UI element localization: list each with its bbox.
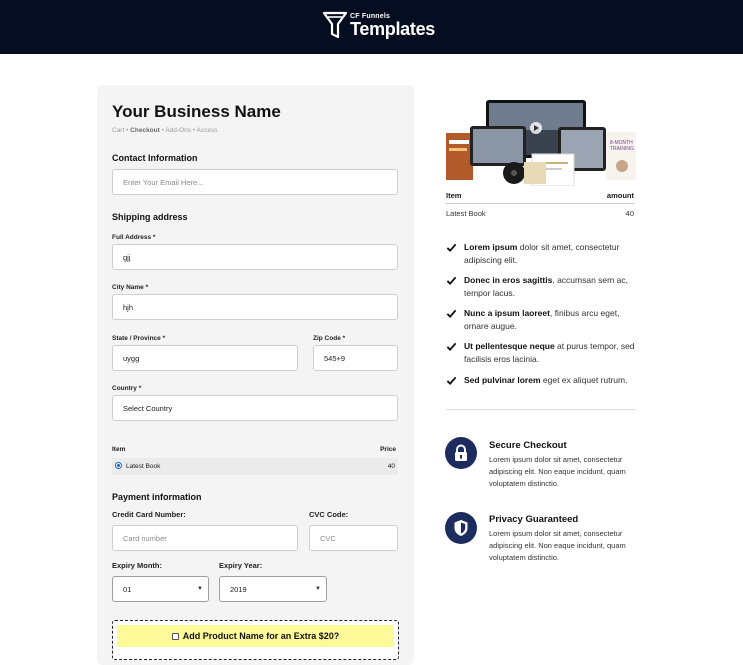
business-name: Your Business Name: [112, 102, 281, 121]
check-icon: [446, 309, 457, 319]
summary-col-amount: amount: [606, 191, 634, 200]
full-address-label: Full Address *: [112, 234, 156, 241]
shipping-heading: Shipping address: [112, 212, 188, 222]
bullet-bold: Donec in eros sagittis: [464, 275, 553, 285]
payment-heading: Payment information: [112, 492, 202, 502]
secure-checkout-text: Lorem ipsum dolor sit amet, consectetur …: [489, 455, 626, 488]
cvc-label: CVC Code:: [309, 510, 349, 519]
check-icon: [446, 276, 457, 286]
exp-month-label: Expiry Month:: [112, 561, 162, 570]
bullet-bold: Lorem ipsum: [464, 242, 518, 252]
full-address-value: gjj: [123, 252, 131, 262]
email-field[interactable]: Enter Your Email Here...: [112, 169, 398, 195]
bullet-bold: Sed pulvinar lorem: [464, 375, 541, 385]
summary-item-amount: 40: [625, 209, 634, 218]
privacy-guaranteed-text: Lorem ipsum dolor sit amet, consectetur …: [489, 529, 626, 562]
privacy-badge: [445, 512, 477, 544]
feature-bullet: Ut pellentesque neque at purus tempor, s…: [446, 340, 641, 366]
privacy-guaranteed-title: Privacy Guaranteed: [489, 514, 579, 525]
top-header: CF Funnels Templates: [0, 0, 743, 54]
summary-table-header: Item amount: [446, 191, 634, 203]
exp-year-select[interactable]: 2019 ▼: [219, 576, 327, 602]
state-value: uygg: [123, 353, 140, 363]
chevron-down-icon: ▼: [315, 586, 321, 592]
product-price: 40: [387, 463, 395, 470]
order-bump: Add Product Name for an Extra $20?: [112, 620, 399, 660]
lock-icon: [455, 444, 467, 461]
secure-checkout-title: Secure Checkout: [489, 440, 567, 451]
product-radio[interactable]: [115, 462, 122, 469]
breadcrumb-addons[interactable]: Add-Ons: [165, 127, 191, 134]
city-field[interactable]: hjh: [112, 294, 398, 320]
full-address-field[interactable]: gjj: [112, 244, 398, 270]
breadcrumb-cart[interactable]: Cart: [112, 127, 124, 134]
order-bump-checkbox[interactable]: [171, 632, 179, 640]
items-table-header: Item Price: [112, 446, 398, 456]
secure-checkout-badge: [445, 437, 477, 469]
section-divider: [446, 409, 636, 410]
exp-year-value: 2019: [230, 584, 247, 594]
feature-bullet: Nunc a ipsum laoreet, finibus arcu eget,…: [446, 307, 641, 333]
breadcrumb-access[interactable]: Access: [197, 127, 218, 134]
items-col-item: Item: [112, 446, 126, 453]
bullet-bold: Ut pellentesque neque: [464, 341, 555, 351]
feature-bullet: Donec in eros sagittis, accumsan sem ac,…: [446, 274, 641, 300]
zip-value: 545+9: [324, 353, 346, 363]
summary-col-item: Item: [446, 191, 462, 200]
check-icon: [446, 243, 457, 253]
cvc-placeholder: CVC: [320, 533, 336, 543]
order-bump-label: Add Product Name for an Extra $20?: [182, 631, 340, 641]
breadcrumb-checkout[interactable]: Checkout: [130, 127, 160, 134]
chevron-down-icon: ▼: [197, 586, 203, 592]
exp-month-value: 01: [123, 584, 132, 594]
product-name: Latest Book: [126, 463, 161, 470]
product-bundle-image: 8-MONTH TRAINING: [446, 100, 636, 186]
items-col-price: Price: [380, 446, 396, 453]
country-select[interactable]: Select Country: [112, 395, 398, 421]
city-label: City Name *: [112, 284, 149, 291]
exp-year-label: Expiry Year:: [219, 561, 263, 570]
check-icon: [446, 376, 457, 386]
order-bump-option[interactable]: Add Product Name for an Extra $20?: [117, 625, 394, 647]
city-value: hjh: [123, 302, 134, 312]
check-icon: [446, 342, 457, 352]
logo-big-text: Templates: [350, 19, 435, 39]
bullet-text: eget ex aliquet rutrum.: [540, 375, 628, 385]
country-label: Country *: [112, 385, 142, 392]
table-row[interactable]: Latest Book 40: [112, 458, 398, 475]
contact-heading: Contact Information: [112, 153, 198, 163]
feature-bullet: Sed pulvinar lorem eget ex aliquet rutru…: [446, 374, 641, 388]
email-placeholder: Enter Your Email Here...: [123, 177, 204, 187]
funnel-icon: [322, 11, 348, 39]
feature-bullet: Lorem ipsum dolor sit amet, consectetur …: [446, 241, 641, 267]
cc-label: Credit Card Number:: [112, 510, 186, 519]
zip-label: Zip Code *: [313, 335, 346, 342]
bullet-bold: Nunc a ipsum laoreet: [464, 308, 550, 318]
summary-divider: [446, 203, 634, 204]
cvc-field[interactable]: CVC: [309, 525, 398, 551]
country-selected: Select Country: [123, 403, 173, 413]
exp-month-select[interactable]: 01 ▼: [112, 576, 209, 602]
summary-item-name: Latest Book: [446, 209, 486, 218]
card-number-field[interactable]: Card number: [112, 525, 298, 551]
state-label: State / Province *: [112, 335, 166, 342]
breadcrumb: Cart • Checkout • Add-Ons • Access: [112, 127, 217, 134]
shield-icon: [454, 520, 468, 536]
card-number-placeholder: Card number: [123, 533, 167, 543]
zip-field[interactable]: 545+9: [313, 345, 398, 371]
summary-row: Latest Book 40: [446, 209, 634, 218]
brand-logo[interactable]: CF Funnels Templates: [322, 9, 435, 45]
state-field[interactable]: uygg: [112, 345, 298, 371]
svg-text:TRAINING: TRAINING: [610, 146, 634, 152]
